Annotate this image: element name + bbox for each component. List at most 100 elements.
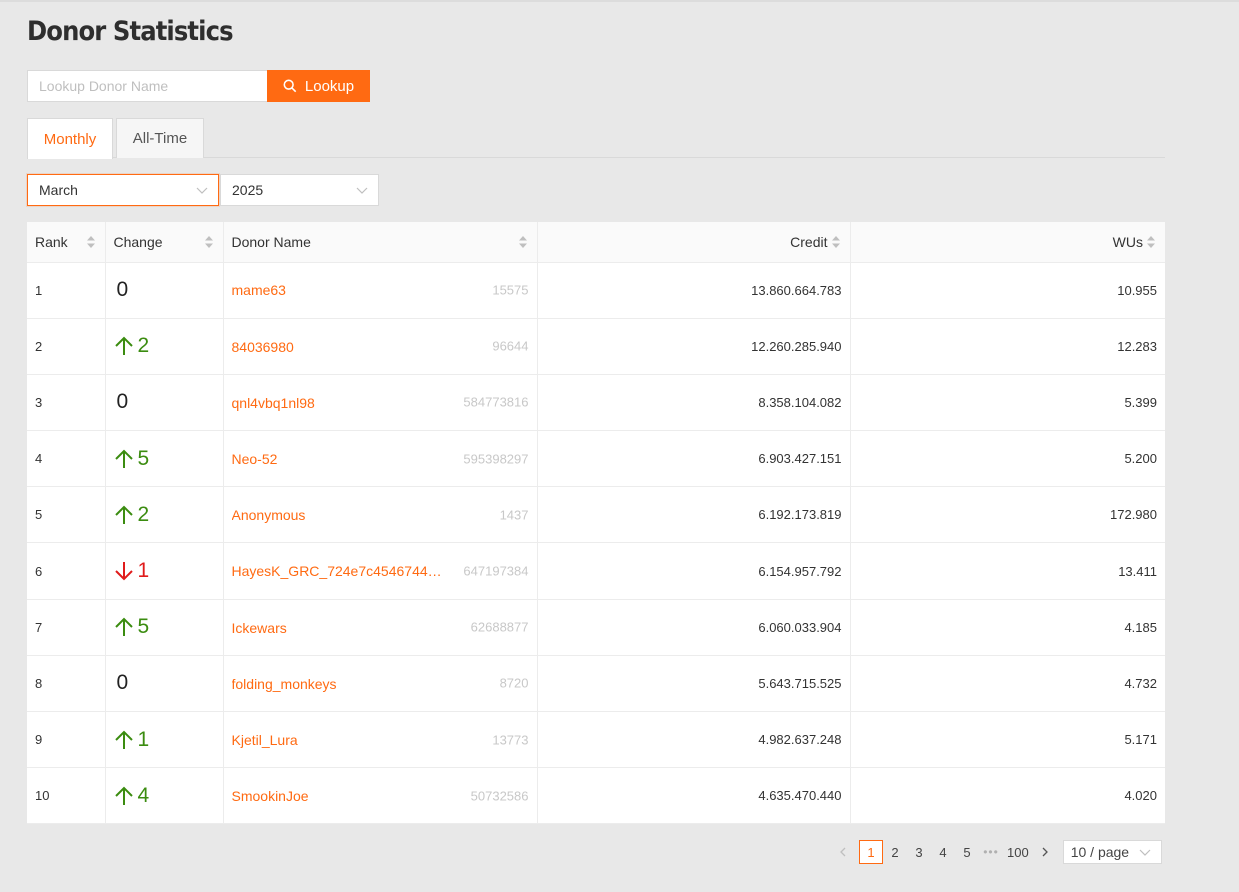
donor-id: 13773: [492, 732, 529, 748]
tab-all-time[interactable]: All-Time: [116, 118, 204, 158]
donor-name-input[interactable]: [27, 70, 267, 102]
credit-cell: 6.154.957.792: [537, 542, 851, 600]
table-row: 10 4 SmookinJoe 50732586 4.635.470.440 4…: [27, 767, 1165, 825]
page-button-3[interactable]: 3: [907, 840, 931, 864]
column-header-rank[interactable]: Rank: [27, 222, 106, 263]
rank-change-value: 4: [137, 783, 150, 807]
donor-link[interactable]: Neo-52: [232, 451, 278, 467]
credit-cell: 5.643.715.525: [537, 655, 851, 713]
arrow-up-icon: [114, 505, 133, 524]
prev-page-button[interactable]: [831, 840, 855, 864]
donor-name-cell: Kjetil_Lura 13773: [223, 711, 538, 769]
rank-cell: 1: [27, 262, 106, 319]
rank-change-value: 0: [116, 671, 129, 695]
arrow-up-icon: [114, 336, 133, 356]
sort-icon: [831, 236, 840, 248]
rank-change: 4: [114, 784, 215, 808]
search-icon: [283, 79, 297, 93]
rank-change-value: 5: [137, 446, 150, 470]
change-cell: 2: [105, 486, 224, 544]
rank-cell: 9: [27, 711, 106, 769]
rank-change-value: 5: [137, 615, 150, 639]
donor-link[interactable]: 84036980: [232, 339, 294, 355]
page-jump-ellipsis[interactable]: •••: [979, 840, 1003, 864]
column-header-label: Donor Name: [231, 233, 311, 250]
credit-cell: 12.260.285.940: [537, 318, 851, 375]
wus-cell: 5.171: [850, 711, 1165, 769]
donor-link[interactable]: HayesK_GRC_724e7c4546744e3...: [232, 563, 447, 579]
page-title: Donor Statistics: [27, 16, 234, 47]
table-row: 5 2 Anonymous 1437 6.192.173.819 172.980: [27, 486, 1165, 544]
column-header-credit[interactable]: Credit: [537, 222, 851, 263]
rank-change: 2: [114, 503, 215, 527]
credit-cell: 4.982.637.248: [537, 711, 851, 769]
page-button-2[interactable]: 2: [883, 840, 907, 864]
rank-cell: 3: [27, 374, 106, 432]
rank-cell: 8: [27, 655, 106, 713]
page-size-select[interactable]: 10 / page: [1062, 840, 1162, 864]
chevron-down-icon: [196, 187, 208, 194]
donor-id: 595398297: [463, 451, 529, 467]
donor-link[interactable]: qnl4vbq1nl98: [232, 395, 315, 411]
credit-cell: 4.635.470.440: [537, 767, 851, 825]
donor-link[interactable]: Kjetil_Lura: [232, 732, 298, 748]
rank-change-value: 2: [137, 502, 150, 526]
donor-link[interactable]: folding_monkeys: [232, 676, 337, 692]
wus-cell: 5.399: [850, 374, 1165, 432]
page-button-1[interactable]: 1: [859, 840, 883, 864]
tab-monthly[interactable]: Monthly: [27, 118, 113, 159]
wus-cell: 13.411: [850, 542, 1165, 600]
column-header-donor-name[interactable]: Donor Name: [223, 222, 538, 263]
donor-id: 15575: [492, 282, 529, 298]
wus-cell: 5.200: [850, 430, 1165, 488]
month-select[interactable]: March: [27, 174, 219, 206]
arrow-up-icon: [114, 449, 133, 468]
rank-cell: 10: [27, 767, 106, 825]
pagination: 1 2 3 4 5 ••• 100 10 / page: [831, 840, 1162, 864]
rank-cell: 2: [27, 318, 106, 375]
donor-name-cell: Ickewars 62688877: [223, 599, 538, 656]
donor-link[interactable]: Anonymous: [232, 507, 306, 523]
credit-cell: 6.060.033.904: [537, 599, 851, 656]
credit-cell: 13.860.664.783: [537, 262, 851, 319]
wus-cell: 4.185: [850, 599, 1165, 656]
donor-link[interactable]: mame63: [232, 282, 286, 298]
change-cell: 5: [105, 430, 224, 488]
change-cell: 1: [105, 711, 224, 769]
wus-cell: 12.283: [850, 318, 1165, 375]
page-button-4[interactable]: 4: [931, 840, 955, 864]
donor-name-cell: folding_monkeys 8720: [223, 655, 538, 713]
donor-id: 50732586: [470, 788, 529, 804]
rank-change: 5: [114, 447, 215, 471]
wus-cell: 172.980: [850, 486, 1165, 544]
tab-monthly-label: Monthly: [43, 130, 97, 148]
rank-cell: 7: [27, 599, 106, 656]
lookup-button[interactable]: Lookup: [267, 70, 370, 102]
table-row: 7 5 Ickewars 62688877 6.060.033.904 4.18…: [27, 599, 1165, 656]
rank-change: 1: [114, 559, 215, 583]
donor-name-cell: SmookinJoe 50732586: [223, 767, 538, 825]
rank-change-value: 1: [137, 559, 150, 583]
page-button-5[interactable]: 5: [955, 840, 979, 864]
chevron-right-icon: [1042, 847, 1048, 857]
table-row: 8 0 folding_monkeys 8720 5.643.715.525 4…: [27, 655, 1165, 713]
donor-link[interactable]: Ickewars: [232, 620, 287, 636]
sort-icon: [1147, 236, 1155, 248]
year-select[interactable]: 2025: [220, 174, 379, 206]
page-button-last[interactable]: 100: [1003, 840, 1033, 864]
column-header-label: Credit: [790, 233, 828, 250]
sort-icon: [204, 236, 213, 248]
rank-cell: 4: [27, 430, 106, 488]
change-cell: 1: [105, 542, 224, 600]
sort-icon: [86, 236, 95, 248]
donor-search: Lookup: [27, 70, 370, 102]
table-row: 1 0 mame63 15575 13.860.664.783 10.955: [27, 262, 1165, 319]
column-header-wus[interactable]: WUs: [850, 222, 1165, 263]
column-header-change[interactable]: Change: [105, 222, 224, 263]
donor-name-cell: 84036980 96644: [223, 318, 538, 375]
next-page-button[interactable]: [1033, 840, 1057, 864]
period-tabs: Monthly All-Time: [27, 118, 1165, 159]
wus-cell: 10.955: [850, 262, 1165, 319]
rank-cell: 5: [27, 486, 106, 544]
donor-link[interactable]: SmookinJoe: [232, 788, 309, 804]
